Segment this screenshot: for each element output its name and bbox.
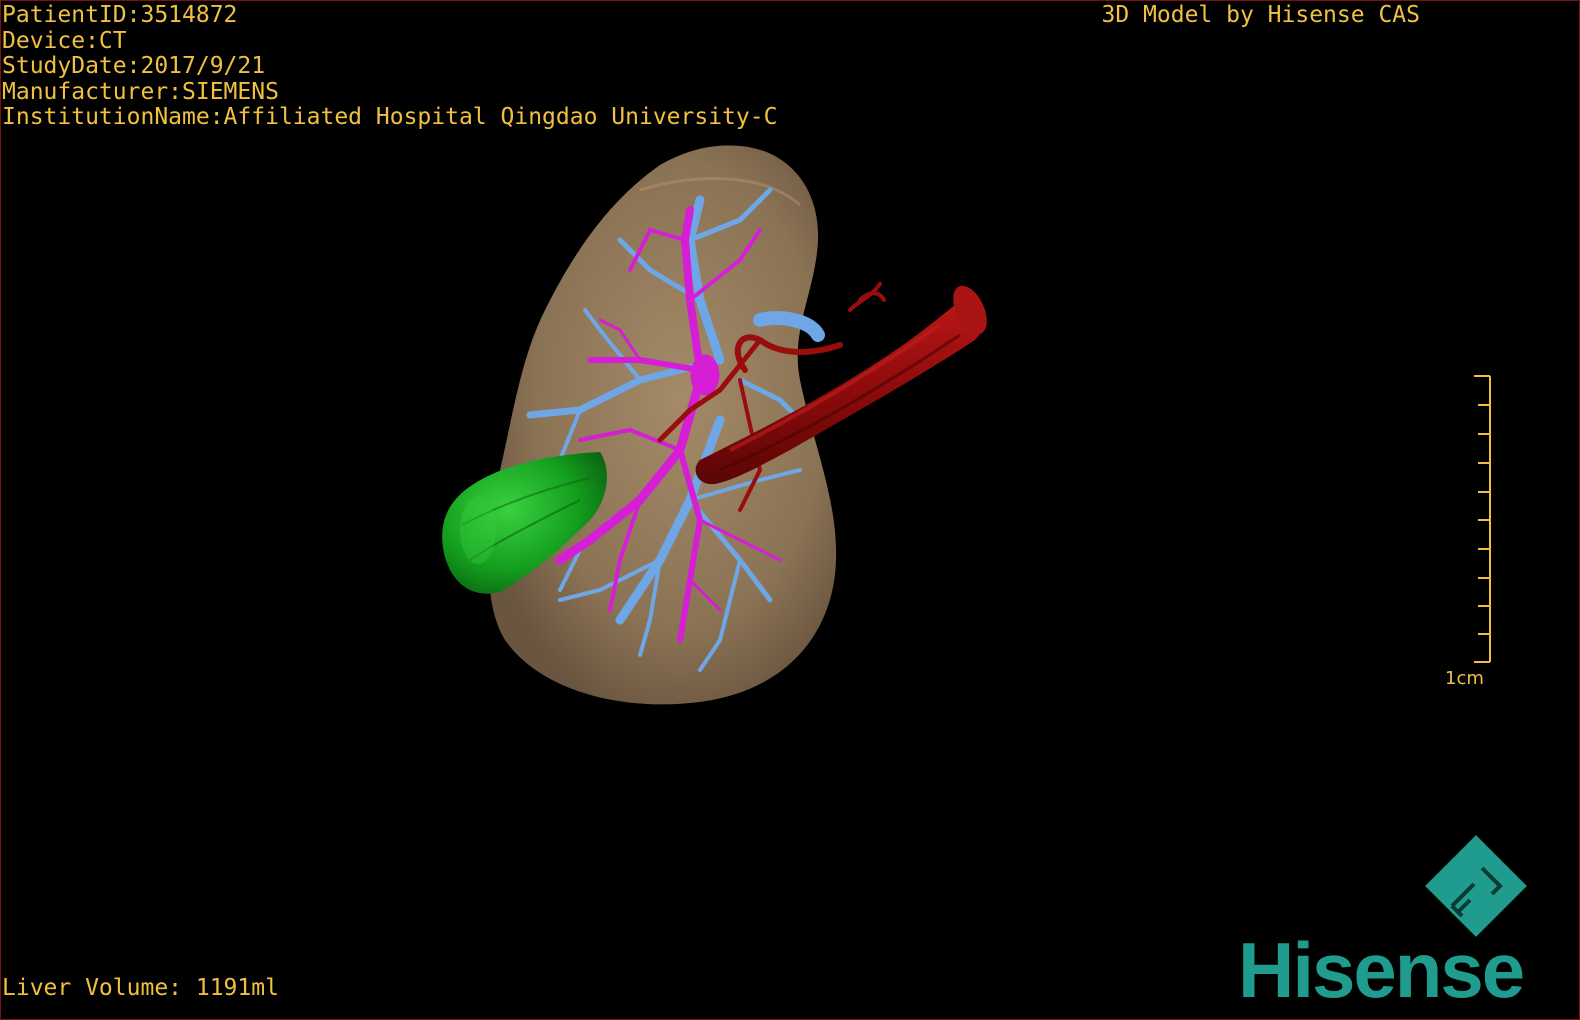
scale-bar-icon xyxy=(1474,375,1491,663)
device: Device:CT xyxy=(2,27,127,54)
scale-label: 1cm xyxy=(1445,668,1484,689)
hisense-logo: Hisense xyxy=(1238,926,1525,1014)
manufacturer: Manufacturer:SIEMENS xyxy=(2,78,279,105)
institution-name: InstitutionName:Affiliated Hospital Qing… xyxy=(2,104,778,130)
patient-info-panel: PatientID:3514872 Device:CT StudyDate:20… xyxy=(2,3,777,131)
patient-id: PatientID:3514872 xyxy=(2,2,238,28)
liver-volume: Liver Volume: 1191ml xyxy=(2,975,279,1001)
brand-caption: 3D Model by Hisense CAS xyxy=(1101,2,1421,28)
3d-render-viewport[interactable] xyxy=(0,0,1580,1020)
study-date: StudyDate:2017/9/21 xyxy=(2,53,266,79)
